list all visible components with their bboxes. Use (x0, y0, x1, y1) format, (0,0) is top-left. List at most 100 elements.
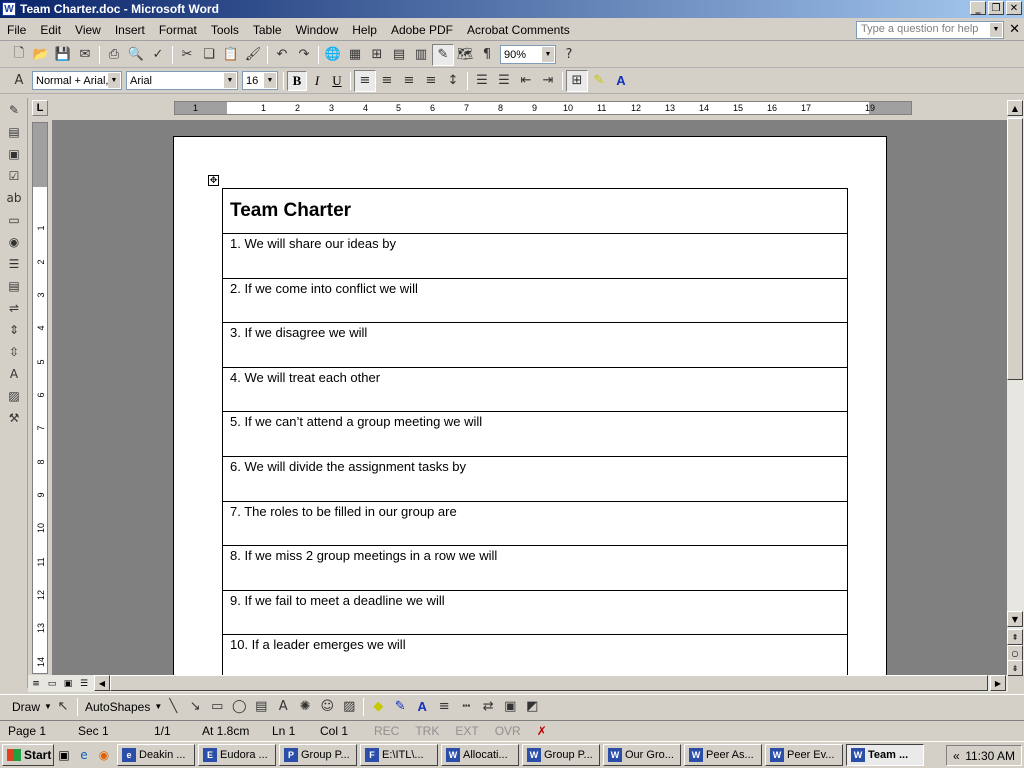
toggle-button-icon[interactable]: ⇌ (3, 298, 25, 318)
select-objects-icon[interactable]: ↖ (52, 696, 74, 718)
spelling-status-icon[interactable]: ✗ (529, 722, 555, 740)
permission-icon[interactable]: ✉ (74, 44, 96, 66)
chevron-down-icon[interactable]: ▼ (542, 47, 554, 62)
outline-view-icon[interactable]: ☰ (76, 676, 92, 691)
increase-indent-icon[interactable]: ⇥ (537, 70, 559, 92)
menu-table[interactable]: Table (246, 23, 289, 37)
numbering-icon[interactable]: ☰ (471, 70, 493, 92)
justify-icon[interactable]: ≡ (420, 70, 442, 92)
spelling-icon[interactable]: ✓ (147, 44, 169, 66)
scroll-up-icon[interactable]: ▲ (1007, 100, 1023, 116)
normal-view-icon[interactable]: ≡ (28, 676, 44, 691)
taskbar-button-active[interactable]: W Team ... (846, 744, 924, 766)
chevron-down-icon[interactable]: ▼ (264, 73, 276, 88)
line-spacing-icon[interactable]: ↕ (442, 70, 464, 92)
taskbar-button[interactable]: W Our Gro... (603, 744, 681, 766)
hyperlink-icon[interactable]: 🌐 (322, 44, 344, 66)
print-icon[interactable]: ⎙ (103, 44, 125, 66)
document-close-icon[interactable]: ✕ (1009, 22, 1020, 37)
firefox-icon[interactable]: ◉ (94, 745, 114, 765)
menu-adobe-pdf[interactable]: Adobe PDF (384, 23, 460, 37)
diagram-icon[interactable]: ✺ (294, 696, 316, 718)
vertical-scrollbar[interactable]: ▲ ▼ ⇞ ○ ⇟ (1007, 100, 1024, 676)
chevron-down-icon[interactable]: ▼ (154, 702, 162, 711)
style-select[interactable]: Normal + Arial, ▼ (32, 71, 122, 90)
fill-color-icon[interactable]: ◆ (367, 696, 389, 718)
menu-file[interactable]: File (0, 23, 33, 37)
rectangle-tool-icon[interactable]: ▭ (206, 696, 228, 718)
previous-page-icon[interactable]: ⇞ (1007, 629, 1023, 645)
charter-row[interactable]: 8. If we miss 2 group meetings in a row … (222, 545, 848, 591)
line-style-icon[interactable]: ≡ (433, 696, 455, 718)
textbox-tool-icon[interactable]: ▤ (250, 696, 272, 718)
zoom-select[interactable]: 90% ▼ (500, 45, 556, 64)
taskbar-button[interactable]: W Peer As... (684, 744, 762, 766)
charter-row[interactable]: 5. If we can’t attend a group meeting we… (222, 411, 848, 457)
taskbar-button[interactable]: W Group P... (522, 744, 600, 766)
scroll-down-icon[interactable]: ▼ (1007, 611, 1023, 627)
menu-help[interactable]: Help (345, 23, 384, 37)
properties-icon[interactable]: ▤ (3, 122, 25, 142)
print-layout-icon[interactable]: ▣ (60, 676, 76, 691)
align-left-icon[interactable]: ≡ (354, 69, 376, 92)
paste-icon[interactable]: 📋 (220, 44, 242, 66)
chevron-down-icon[interactable]: ▼ (44, 702, 52, 711)
next-page-icon[interactable]: ⇟ (1007, 660, 1023, 676)
copy-icon[interactable]: ❏ (198, 44, 220, 66)
menu-tools[interactable]: Tools (204, 23, 246, 37)
clipart-icon[interactable]: ☺ (316, 696, 338, 718)
font-select[interactable]: Arial ▼ (126, 71, 238, 90)
tables-borders-icon[interactable]: ▦ (344, 44, 366, 66)
status-rec[interactable]: REC (366, 722, 407, 740)
word-app-icon[interactable]: W (2, 2, 16, 16)
scrollbar-icon[interactable]: ⇳ (3, 342, 25, 362)
help-icon[interactable]: ? (558, 44, 580, 66)
oval-tool-icon[interactable]: ◯ (228, 696, 250, 718)
charter-row[interactable]: 9. If we fail to meet a deadline we will (222, 589, 848, 636)
close-button[interactable]: ✕ (1006, 1, 1022, 15)
autoshapes-menu-button[interactable]: AutoShapes (81, 700, 154, 714)
image-icon[interactable]: ▨ (3, 386, 25, 406)
charter-title[interactable]: Team Charter (222, 188, 848, 234)
underline-button[interactable]: U (327, 71, 347, 91)
bold-button[interactable]: B (287, 70, 307, 91)
styles-icon[interactable]: A (8, 70, 30, 92)
scroll-right-icon[interactable]: ▶ (990, 675, 1006, 691)
design-mode-icon[interactable]: ✎ (3, 100, 25, 120)
tray-expand-icon[interactable]: « (953, 749, 960, 763)
taskbar-button[interactable]: W Peer Ev... (765, 744, 843, 766)
picture-icon[interactable]: ▨ (338, 696, 360, 718)
status-ovr[interactable]: OVR (487, 722, 529, 740)
redo-icon[interactable]: ↷ (293, 44, 315, 66)
label-icon[interactable]: A (3, 364, 25, 384)
option-button-icon[interactable]: ◉ (3, 232, 25, 252)
open-icon[interactable]: 📂 (30, 44, 52, 66)
checkbox-icon[interactable]: ☑ (3, 166, 25, 186)
show-desktop-icon[interactable]: ▣ (54, 745, 74, 765)
ie-icon[interactable]: e (74, 745, 94, 765)
cut-icon[interactable]: ✂ (176, 44, 198, 66)
horizontal-scroll-thumb[interactable] (110, 675, 988, 691)
columns-icon[interactable]: ▥ (410, 44, 432, 66)
save-icon[interactable]: 💾 (52, 44, 74, 66)
format-painter-icon[interactable]: 🖌 (242, 44, 264, 66)
highlight-icon[interactable]: ✎ (588, 70, 610, 92)
listbox-icon[interactable]: ☰ (3, 254, 25, 274)
clock[interactable]: 11:30 AM (965, 749, 1015, 763)
taskbar-button[interactable]: e Deakin ... (117, 744, 195, 766)
combobox-icon[interactable]: ▤ (3, 276, 25, 296)
arrow-style-icon[interactable]: ⇄ (477, 696, 499, 718)
charter-row[interactable]: 10. If a leader emerges we will (222, 634, 848, 675)
menu-format[interactable]: Format (152, 23, 204, 37)
status-trk[interactable]: TRK (407, 722, 447, 740)
chevron-down-icon[interactable]: ▼ (224, 73, 236, 88)
menu-acrobat-comments[interactable]: Acrobat Comments (460, 23, 577, 37)
taskbar-button[interactable]: W Allocati... (441, 744, 519, 766)
3d-style-icon[interactable]: ◩ (521, 696, 543, 718)
menu-edit[interactable]: Edit (33, 23, 68, 37)
charter-row[interactable]: 2. If we come into conflict we will (222, 277, 848, 324)
select-browse-object-icon[interactable]: ○ (1007, 645, 1023, 661)
textbox-icon[interactable]: ab (3, 188, 25, 208)
charter-row[interactable]: 7. The roles to be filled in our group a… (222, 500, 848, 547)
horizontal-ruler[interactable]: 1 1 2 3 4 5 6 7 8 9 10 11 12 13 14 15 16… (174, 101, 912, 115)
